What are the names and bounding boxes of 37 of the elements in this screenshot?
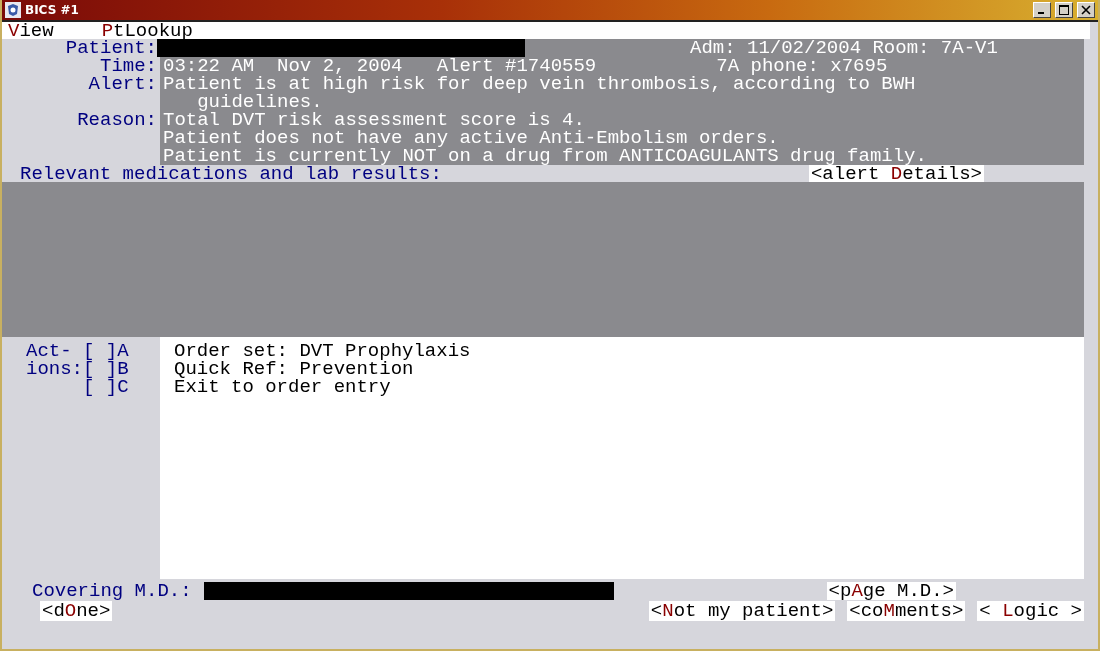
admission-info: Adm: 11/02/2004 Room: 7A-V1 [690,39,998,57]
actions-label: Act- [26,342,72,360]
section-label: Relevant medications and lab results: [20,165,442,182]
field-label: Reason: [76,111,158,133]
reason-line: Patient is currently NOT on a drug from ANTICOAGULANTS drug family. [163,147,927,165]
action-checkbox[interactable]: [ ]A [83,342,129,360]
app-icon [5,2,21,18]
action-button[interactable]: < Logic > [977,601,1084,621]
actions-label: ions: [26,360,83,378]
window-title: BICS #1 [25,3,80,17]
alert-details-button[interactable]: <alert Details> [808,165,984,182]
reason-line: Patient does not have any active Anti-Embolism orders. [163,129,780,147]
minimize-icon [1037,12,1044,14]
unit-phone: 7A phone: x7695 [716,57,888,75]
action-checkbox[interactable]: [ ]C [83,378,129,396]
reason-line: Total DVT risk assessment score is 4. [163,111,585,129]
field-label: Covering M.D.: [32,582,192,600]
alert-time: 03:22 AM Nov 2, 2004 Alert #1740559 [163,57,597,75]
menu-item[interactable]: View [8,22,54,39]
field-label: Time: [100,57,158,75]
field-label: Patient: [64,39,157,57]
action-button[interactable]: <coMments> [847,601,966,621]
action-checkbox[interactable]: [ ]B [83,360,129,378]
close-icon [1081,5,1091,15]
action-option[interactable]: Order set: DVT Prophylaxis [174,342,1084,360]
action-button[interactable]: <Not my patient> [648,601,836,621]
action-option[interactable]: Exit to order entry [174,378,1084,396]
menu-item[interactable]: PtLookup [101,22,193,39]
page-md-button[interactable]: <pAge M.D.> [826,582,956,600]
alert-message: Patient is at high risk for deep vein thrombosis, according to BWH guidelines. [163,75,917,111]
field-label: Alert: [87,75,158,97]
minimize-button[interactable] [1033,2,1051,18]
action-button[interactable]: <dOne> [40,601,113,621]
close-button[interactable] [1077,2,1095,18]
maximize-icon [1059,5,1069,15]
action-option[interactable]: Quick Ref: Prevention [174,360,1084,378]
maximize-button[interactable] [1055,2,1073,18]
